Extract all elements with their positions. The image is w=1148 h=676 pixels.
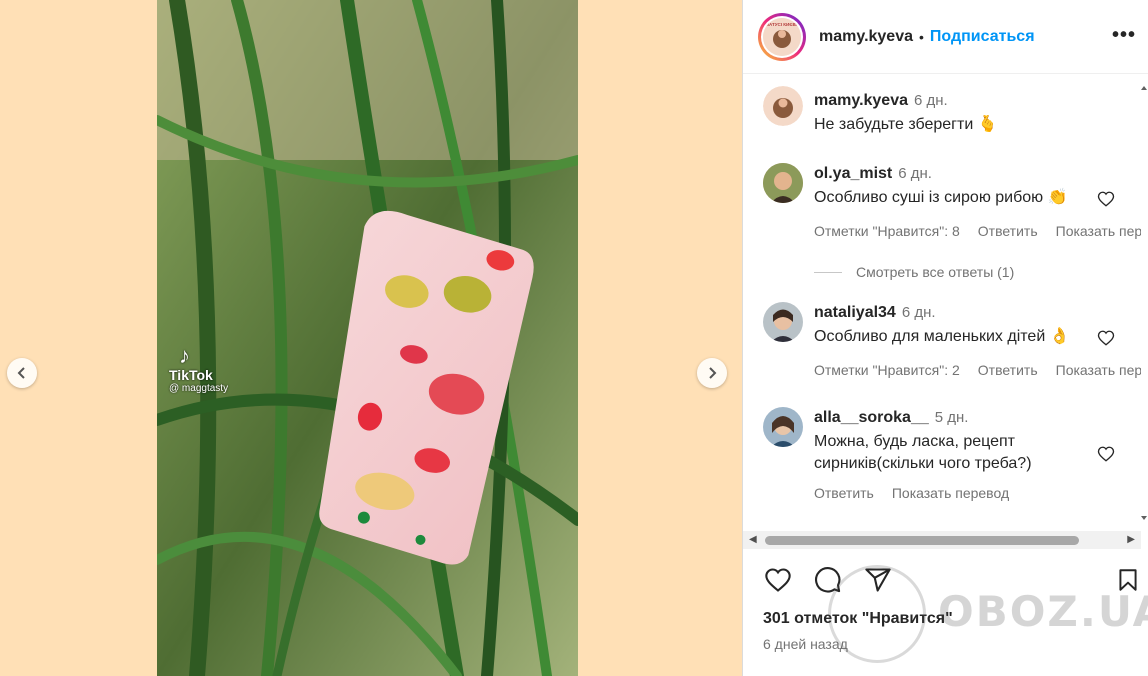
comment-username[interactable]: ol.ya_mist [814, 165, 892, 182]
comment-likes-count[interactable]: Отметки "Нравится": 2 [814, 362, 960, 378]
comment-text-line: Можна, будь ласка, рецепт [814, 433, 1015, 450]
logo-lettering: МАТУСІ КИЄВА [765, 22, 799, 27]
next-media-button[interactable] [697, 358, 727, 388]
chevron-left-icon [17, 367, 25, 379]
comment-text-line: сирників(скільки чого треба?) [814, 455, 1032, 472]
mother-child-logo-icon: МАТУСІ КИЄВА [763, 17, 801, 56]
commenter-avatar[interactable] [763, 407, 803, 447]
caption-avatar[interactable] [763, 86, 803, 126]
user-photo-icon [763, 163, 803, 203]
more-options-button[interactable]: ••• [1112, 24, 1136, 47]
author-avatar[interactable]: МАТУСІ КИЄВА [758, 12, 806, 61]
comment-text: Не забудьте зберегти 🫰 [814, 116, 998, 133]
previous-media-button[interactable] [7, 358, 37, 388]
comments-list: mamy.kyeva 6 дн. Не забудьте зберегти 🫰 o… [743, 74, 1141, 534]
watermark-text: OBOZ.UA [938, 587, 1148, 636]
view-replies-button[interactable]: Смотреть все ответы (1) [814, 264, 1014, 280]
translate-button[interactable]: Показать перевод [1056, 223, 1141, 239]
comment-actions: Отметки "Нравится": 2 Ответить Показать пе… [814, 362, 1141, 378]
comment-likes-count[interactable]: Отметки "Нравится": 8 [814, 223, 960, 239]
replies-divider [814, 271, 842, 273]
header-username[interactable]: mamy.kyeva [819, 28, 913, 46]
media-pane: ♪ TikTok @ maggtasty [0, 0, 742, 676]
scrollbar-thumb[interactable] [765, 536, 1079, 545]
user-photo-icon [763, 407, 803, 447]
like-comment-heart-icon[interactable] [1097, 329, 1115, 347]
like-heart-icon[interactable] [763, 566, 793, 594]
follow-button[interactable]: Подписаться [930, 28, 1035, 46]
post-header: МАТУСІ КИЄВА mamy.kyeva • Подписаться ••… [743, 0, 1148, 74]
comment-time[interactable]: 6 дн. [898, 165, 932, 182]
author-logo: МАТУСІ КИЄВА [763, 17, 801, 56]
oboz-watermark: OBOZ.UA [828, 565, 1148, 663]
view-replies-label: Смотреть все ответы (1) [856, 264, 1015, 280]
comment-username[interactable]: mamy.kyeva [814, 92, 908, 109]
translate-button[interactable]: Показать перевод [1056, 362, 1141, 378]
chevron-right-icon [709, 367, 717, 379]
scroll-left-arrow-icon[interactable]: ◀ [749, 534, 757, 545]
comment-text: Можна, будь ласка, рецепт сирників(скіль… [814, 431, 1032, 475]
mother-child-logo-icon [763, 86, 803, 126]
scroll-right-arrow-icon[interactable]: ▶ [1127, 534, 1135, 545]
comment-time[interactable]: 6 дн. [914, 92, 948, 109]
comment-text: Особливо для маленьких дітей 👌 [814, 328, 1070, 345]
reply-button[interactable]: Ответить [978, 362, 1038, 378]
like-comment-heart-icon[interactable] [1097, 190, 1115, 208]
tiktok-handle: @ maggtasty [169, 383, 229, 394]
comment-time[interactable]: 6 дн. [902, 304, 936, 321]
comments-vertical-scrollbar[interactable] [1140, 74, 1148, 534]
comment-username[interactable]: nataliyal34 [814, 304, 896, 321]
commenter-avatar[interactable] [763, 302, 803, 342]
tiktok-watermark: ♪ TikTok @ maggtasty [169, 343, 229, 395]
commenter-avatar[interactable] [763, 163, 803, 203]
scrollbar-arrows-icon [1141, 86, 1147, 520]
comment-actions: Отметки "Нравится": 8 Ответить Показать пе… [814, 223, 1141, 239]
watermark-circle-icon [828, 565, 926, 663]
user-photo-icon [763, 302, 803, 342]
comment-username[interactable]: alla__soroka__ [814, 409, 929, 426]
reply-button[interactable]: Ответить [814, 485, 874, 501]
comments-horizontal-scrollbar[interactable]: ◀ ▶ [743, 531, 1141, 549]
post-video[interactable]: ♪ TikTok @ maggtasty [157, 0, 578, 676]
tiktok-icon: ♪ [179, 343, 190, 368]
video-frame-image [157, 0, 578, 676]
translate-button[interactable]: Показать перевод [892, 485, 1009, 501]
comment-text: Особливо суші із сирою рибою 👏 [814, 189, 1068, 206]
tiktok-label: TikTok [169, 367, 213, 383]
reply-button[interactable]: Ответить [978, 223, 1038, 239]
like-comment-heart-icon[interactable] [1097, 445, 1115, 463]
header-separator: • [919, 28, 924, 45]
comment-time[interactable]: 5 дн. [935, 409, 969, 426]
comment-actions: Ответить Показать перевод [814, 485, 1032, 501]
